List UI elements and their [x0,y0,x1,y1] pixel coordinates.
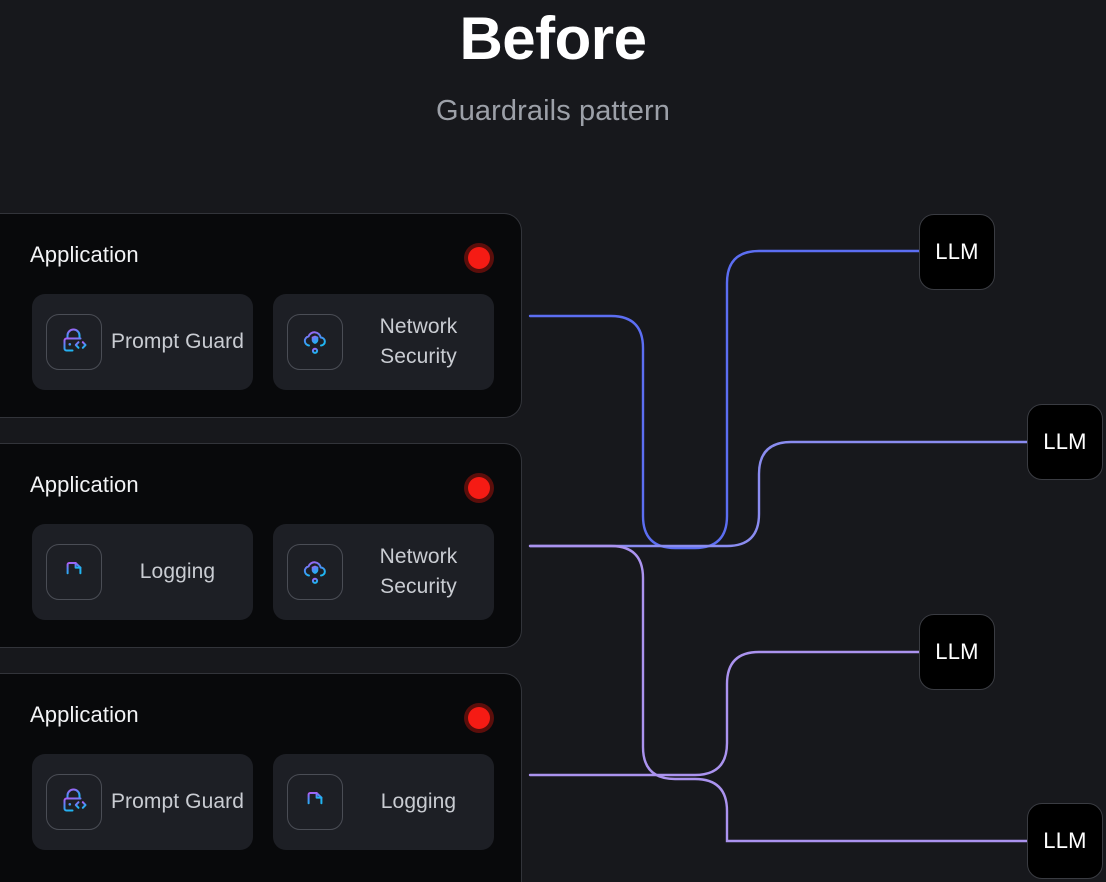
application-card[interactable]: Application Logging Network Security [0,443,522,648]
card-title: Application [30,242,139,267]
feature-list: Logging Network Security [32,524,494,620]
llm-node[interactable]: LLM [1027,803,1103,879]
status-badge [468,707,490,729]
feature-network-security[interactable]: Network Security [273,294,494,390]
application-card[interactable]: Application Prompt Guard [0,673,522,882]
wire-app2-to-llm2 [528,440,1029,548]
card-header: Application [0,674,521,732]
llm-node[interactable]: LLM [919,614,995,690]
card-header: Application [0,444,521,502]
feature-label: Prompt Guard [110,790,245,814]
cloud-shield-icon [287,314,343,370]
feature-network-security[interactable]: Network Security [273,524,494,620]
feature-prompt-guard[interactable]: Prompt Guard [32,754,253,850]
lock-code-icon [46,314,102,370]
feature-list: Prompt Guard Network Security [32,294,494,390]
feature-label: Network Security [379,545,458,598]
feature-logging[interactable]: Logging [32,524,253,620]
status-badge [468,477,490,499]
feature-label: Prompt Guard [110,330,245,354]
wire-app2-to-llm4 [528,544,1029,843]
feature-label: Network Security [379,315,458,368]
feature-prompt-guard[interactable]: Prompt Guard [32,294,253,390]
llm-node[interactable]: LLM [919,214,995,290]
feature-label: Logging [139,560,216,584]
feature-logging[interactable]: Logging [273,754,494,850]
card-header: Application [0,214,521,272]
card-title: Application [30,472,139,497]
feature-list: Prompt Guard Logging [32,754,494,850]
cloud-shield-icon [287,544,343,600]
status-badge [468,247,490,269]
document-shredder-icon [46,544,102,600]
llm-node[interactable]: LLM [1027,404,1103,480]
lock-code-icon [46,774,102,830]
wire-app3-to-llm3 [528,650,921,777]
wire-app1-to-llm1 [528,249,921,550]
document-shredder-icon [287,774,343,830]
feature-label: Logging [380,790,457,814]
card-title: Application [30,702,139,727]
application-card[interactable]: Application Prompt Guard [0,213,522,418]
